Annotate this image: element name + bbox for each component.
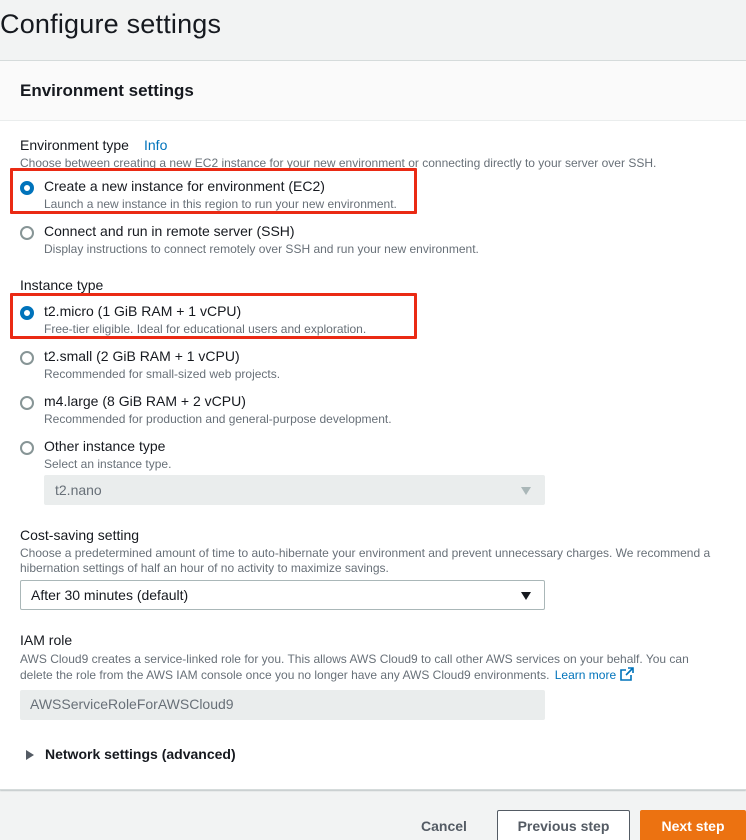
network-settings-label: Network settings (advanced) xyxy=(45,746,236,762)
iam-role-description-line2: delete the role from the AWS IAM console… xyxy=(20,668,550,682)
radio-option-t2-micro[interactable]: t2.micro (1 GiB RAM + 1 vCPU) Free-tier … xyxy=(20,303,720,343)
radio-button-m4-large[interactable] xyxy=(20,396,34,410)
next-step-button[interactable]: Next step xyxy=(640,810,746,840)
radio-option-description: Free-tier eligible. Ideal for educationa… xyxy=(44,322,367,336)
cancel-button[interactable]: Cancel xyxy=(404,810,484,840)
panel-header: Environment settings xyxy=(0,61,746,121)
radio-option-label: t2.micro (1 GiB RAM + 1 vCPU) xyxy=(44,303,242,319)
external-link-icon xyxy=(620,667,634,681)
radio-option-ec2[interactable]: Create a new instance for environment (E… xyxy=(20,178,720,218)
radio-option-description: Recommended for small-sized web projects… xyxy=(44,367,281,381)
cost-saving-label: Cost-saving setting xyxy=(20,527,140,543)
cost-saving-description-line2: hibernation settings of half an hour of … xyxy=(20,561,389,575)
other-instance-type-select: t2.nano xyxy=(44,475,545,505)
radio-button-t2-micro[interactable] xyxy=(20,306,34,320)
instance-type-label: Instance type xyxy=(20,277,104,293)
iam-role-field: AWSServiceRoleForAWSCloud9 xyxy=(20,690,545,720)
iam-role-description-line2-row: delete the role from the AWS IAM console… xyxy=(20,667,634,683)
cost-saving-description-line1: Choose a predetermined amount of time to… xyxy=(20,546,711,560)
panel-title: Environment settings xyxy=(20,81,194,100)
radio-button-ec2[interactable] xyxy=(20,181,34,195)
radio-option-description: Display instructions to connect remotely… xyxy=(44,242,479,256)
radio-option-t2-small[interactable]: t2.small (2 GiB RAM + 1 vCPU) Recommende… xyxy=(20,348,720,388)
iam-role-description-line1: AWS Cloud9 creates a service-linked role… xyxy=(20,652,689,666)
learn-more-link[interactable]: Learn more xyxy=(554,667,634,682)
radio-option-label: Create a new instance for environment (E… xyxy=(44,178,325,194)
caret-down-icon xyxy=(521,487,531,495)
caret-down-icon xyxy=(521,592,531,600)
cost-saving-selected-value: After 30 minutes (default) xyxy=(31,587,189,603)
radio-button-ssh[interactable] xyxy=(20,226,34,240)
iam-role-label: IAM role xyxy=(20,632,73,648)
radio-option-label: m4.large (8 GiB RAM + 2 vCPU) xyxy=(44,393,246,409)
radio-option-description: Recommended for production and general-p… xyxy=(44,412,392,426)
environment-type-label: Environment type xyxy=(20,137,129,153)
radio-option-ssh[interactable]: Connect and run in remote server (SSH) D… xyxy=(20,223,720,263)
radio-option-label: t2.small (2 GiB RAM + 1 vCPU) xyxy=(44,348,240,364)
radio-button-t2-small[interactable] xyxy=(20,351,34,365)
learn-more-label: Learn more xyxy=(554,668,617,682)
radio-option-description: Select an instance type. xyxy=(44,457,172,471)
radio-option-m4-large[interactable]: m4.large (8 GiB RAM + 2 vCPU) Recommende… xyxy=(20,393,720,433)
radio-option-description: Launch a new instance in this region to … xyxy=(44,197,397,211)
environment-type-info-link[interactable]: Info xyxy=(144,137,167,153)
other-instance-type-value: t2.nano xyxy=(55,482,102,498)
radio-option-other-instance[interactable]: Other instance type Select an instance t… xyxy=(20,438,720,478)
previous-step-button[interactable]: Previous step xyxy=(497,810,630,840)
environment-type-description: Choose between creating a new EC2 instan… xyxy=(20,156,657,170)
cost-saving-select[interactable]: After 30 minutes (default) xyxy=(20,580,545,610)
radio-option-label: Connect and run in remote server (SSH) xyxy=(44,223,295,239)
page-title: Configure settings xyxy=(0,9,222,39)
radio-button-other-instance[interactable] xyxy=(20,441,34,455)
caret-right-icon xyxy=(26,750,34,760)
radio-option-label: Other instance type xyxy=(44,438,166,454)
